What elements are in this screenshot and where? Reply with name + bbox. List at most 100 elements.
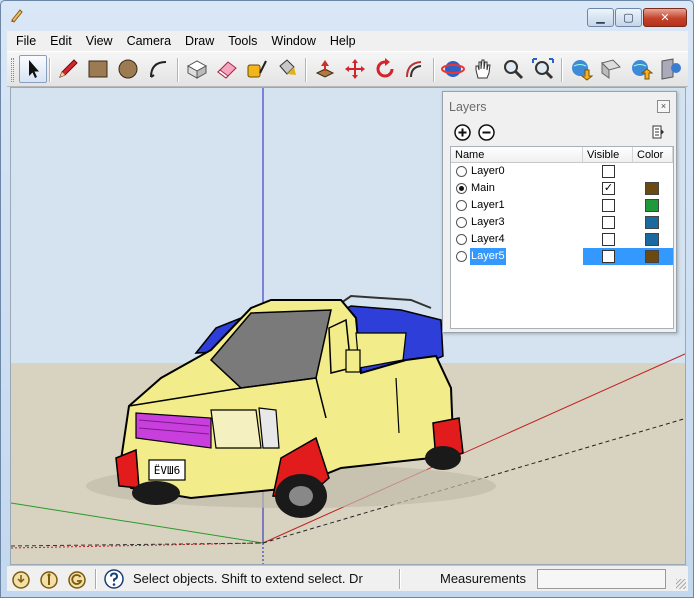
rotate-tool[interactable] — [371, 55, 399, 83]
close-button[interactable]: ✕ — [643, 8, 687, 27]
tape-measure-tool[interactable] — [243, 55, 271, 83]
paint-bucket-icon — [279, 59, 296, 75]
column-visible[interactable]: Visible — [583, 147, 633, 162]
main-toolbar — [7, 51, 688, 87]
geo-location-icon[interactable] — [11, 570, 31, 590]
details-flyout-icon[interactable] — [650, 124, 666, 140]
active-layer-radio[interactable] — [456, 183, 467, 194]
app-window: ▁ ▢ ✕ File Edit View Camera Draw Tools W… — [0, 0, 694, 598]
column-name[interactable]: Name — [451, 147, 583, 162]
remove-layer-icon[interactable] — [478, 124, 495, 141]
visible-checkbox[interactable] — [602, 199, 615, 212]
paint-bucket-tool[interactable] — [273, 55, 301, 83]
active-layer-radio[interactable] — [456, 251, 467, 262]
layer-name[interactable]: Main — [470, 180, 496, 197]
active-layer-radio[interactable] — [456, 234, 467, 245]
share-model-tool[interactable] — [597, 55, 625, 83]
component-icon — [186, 60, 208, 79]
zoom-tool[interactable] — [499, 55, 527, 83]
layer-row[interactable]: Layer3 — [451, 214, 673, 231]
arc-icon — [150, 61, 167, 78]
visible-checkbox[interactable] — [602, 233, 615, 246]
visible-checkbox[interactable] — [602, 165, 615, 178]
google-signin-icon[interactable] — [67, 570, 87, 590]
maximize-button[interactable]: ▢ — [615, 8, 642, 27]
make-component-tool[interactable] — [183, 55, 211, 83]
circle-tool[interactable] — [114, 55, 142, 83]
menu-tools[interactable]: Tools — [221, 31, 264, 51]
magnifier-icon — [504, 60, 524, 80]
menu-file[interactable]: File — [9, 31, 43, 51]
active-layer-radio[interactable] — [456, 166, 467, 177]
layer-row[interactable]: Layer5 — [451, 248, 673, 265]
resize-grip[interactable] — [676, 579, 686, 589]
help-icon[interactable] — [104, 569, 124, 589]
orbit-tool[interactable] — [439, 55, 467, 83]
layer-color-swatch[interactable] — [645, 182, 659, 195]
pan-tool[interactable] — [469, 55, 497, 83]
add-layer-icon[interactable] — [454, 124, 471, 141]
menu-window[interactable]: Window — [264, 31, 322, 51]
move-icon — [345, 59, 365, 79]
offset-tool[interactable] — [401, 55, 429, 83]
layer-name[interactable]: Layer4 — [470, 231, 506, 248]
zoom-extents-icon — [532, 58, 554, 80]
layer-color-swatch[interactable] — [645, 250, 659, 263]
rectangle-tool[interactable] — [84, 55, 112, 83]
layers-close-button[interactable]: × — [657, 100, 670, 113]
push-pull-icon — [315, 60, 335, 78]
tape-measure-icon — [247, 60, 267, 78]
visible-checkbox[interactable]: ✓ — [602, 182, 615, 195]
toolbar-grip[interactable] — [11, 58, 14, 82]
eraser-tool[interactable] — [213, 55, 241, 83]
google-earth-tool[interactable] — [657, 55, 685, 83]
layer-name[interactable]: Layer5 — [470, 248, 506, 265]
pencil-tool[interactable] — [54, 55, 82, 83]
layer-name[interactable]: Layer0 — [470, 163, 506, 180]
get-models-tool[interactable] — [567, 55, 595, 83]
status-message: Select objects. Shift to extend select. … — [133, 571, 363, 586]
layer-name[interactable]: Layer3 — [470, 214, 506, 231]
active-layer-radio[interactable] — [456, 217, 467, 228]
layers-panel-title: Layers — [449, 100, 487, 114]
globe-up-icon — [632, 60, 653, 80]
layer-color-swatch[interactable] — [645, 233, 659, 246]
menu-draw[interactable]: Draw — [178, 31, 221, 51]
visible-checkbox[interactable] — [602, 216, 615, 229]
layer-row[interactable]: Main ✓ — [451, 180, 673, 197]
layer-row[interactable]: Layer1 — [451, 197, 673, 214]
share-component-tool[interactable] — [627, 55, 655, 83]
measurements-input[interactable] — [537, 569, 666, 589]
selection-highlight — [583, 248, 673, 265]
visible-checkbox[interactable] — [602, 250, 615, 263]
layers-table-header: Name Visible Color — [451, 147, 673, 163]
layer-color-swatch[interactable] — [645, 199, 659, 212]
share-component-icon — [601, 59, 621, 79]
hand-icon — [475, 59, 491, 79]
menu-edit[interactable]: Edit — [43, 31, 79, 51]
menu-camera[interactable]: Camera — [120, 31, 178, 51]
push-pull-tool[interactable] — [311, 55, 339, 83]
layer-name[interactable]: Layer1 — [470, 197, 506, 214]
title-bar: ▁ ▢ ✕ — [1, 1, 693, 31]
license-plate-text: ЁVШ6 — [154, 464, 181, 477]
layer-row[interactable]: Layer4 — [451, 231, 673, 248]
layer-row[interactable]: Layer0 — [451, 163, 673, 180]
layer-color-swatch[interactable] — [645, 216, 659, 229]
zoom-extents-tool[interactable] — [529, 55, 557, 83]
layers-table: Name Visible Color Layer0 Main ✓ Layer1 Laye… — [450, 146, 674, 329]
google-earth-icon — [661, 58, 681, 80]
credits-icon[interactable] — [39, 570, 59, 590]
menu-help[interactable]: Help — [323, 31, 363, 51]
sketchup-app-icon — [11, 9, 23, 23]
status-bar: Select objects. Shift to extend select. … — [7, 565, 688, 591]
offset-icon — [406, 61, 422, 78]
arc-tool[interactable] — [144, 55, 172, 83]
menu-view[interactable]: View — [79, 31, 120, 51]
column-color[interactable]: Color — [633, 147, 673, 162]
layers-panel: Layers × Name Visible Color Layer0 Main ✓ L… — [442, 91, 677, 333]
move-tool[interactable] — [341, 55, 369, 83]
minimize-button[interactable]: ▁ — [587, 8, 614, 27]
active-layer-radio[interactable] — [456, 200, 467, 211]
select-tool[interactable] — [19, 55, 47, 83]
